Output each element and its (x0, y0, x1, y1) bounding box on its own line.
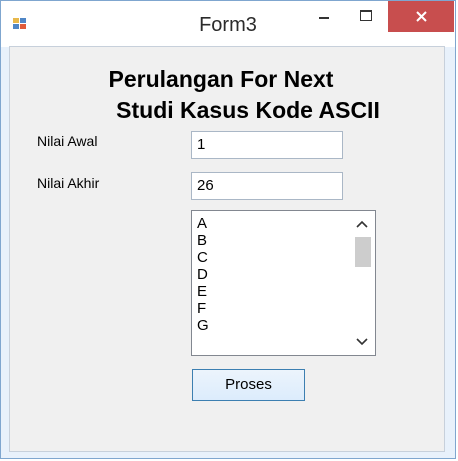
chevron-down-icon[interactable] (354, 333, 370, 349)
input-nilai-awal[interactable]: 1 (191, 131, 343, 159)
label-nilai-awal: Nilai Awal (37, 133, 98, 149)
list-item[interactable]: E (197, 283, 347, 300)
window-title: Form3 (199, 14, 257, 36)
heading-line2: Studi Kasus Kode ASCII (116, 97, 380, 123)
scroll-thumb[interactable] (355, 237, 371, 267)
list-item[interactable]: B (197, 232, 347, 249)
title-bar[interactable]: Form3 (1, 1, 455, 47)
list-item[interactable]: D (197, 266, 347, 283)
close-button[interactable] (388, 1, 454, 32)
close-icon (416, 11, 427, 22)
vertical-scrollbar[interactable] (349, 211, 375, 355)
chevron-up-icon[interactable] (354, 217, 370, 233)
list-item[interactable]: C (197, 249, 347, 266)
maximize-button[interactable] (351, 1, 381, 31)
proses-button[interactable]: Proses (192, 369, 305, 401)
list-items: A B C D E F G (197, 215, 347, 334)
input-nilai-akhir[interactable]: 26 (191, 172, 343, 200)
heading-line1: Perulangan For Next (108, 66, 334, 92)
list-item[interactable]: F (197, 300, 347, 317)
minimize-button[interactable] (309, 1, 339, 31)
label-nilai-akhir: Nilai Akhir (37, 175, 100, 191)
list-item[interactable]: G (197, 317, 347, 334)
list-item[interactable]: A (197, 215, 347, 232)
ascii-listbox[interactable]: A B C D E F G (191, 210, 376, 356)
